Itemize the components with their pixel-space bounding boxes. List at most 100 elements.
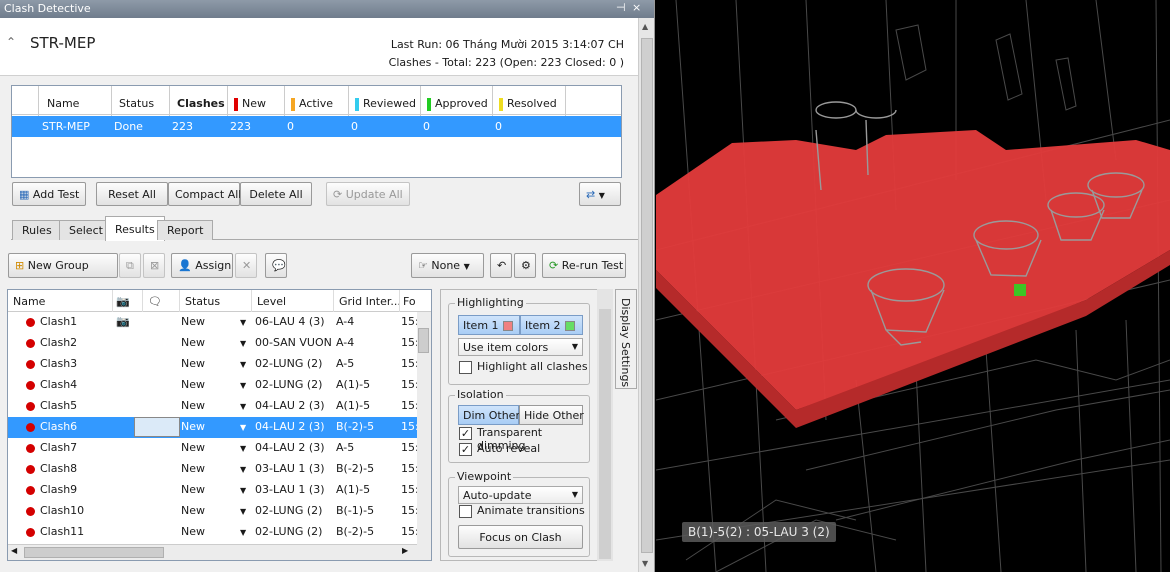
col-reviewed[interactable]: Reviewed [355,97,416,111]
chevron-down-icon[interactable]: ▼ [240,507,246,516]
group-remove-button[interactable]: ⊠ [143,253,165,278]
chevron-down-icon[interactable]: ▼ [240,423,246,432]
pin-icon[interactable]: ⊣ [616,1,626,14]
col-status[interactable]: Status [119,97,154,110]
add-test-label: Add Test [32,188,80,201]
camera-icon[interactable]: 📷 [116,295,130,308]
results-vscroll[interactable] [417,312,431,560]
col-active[interactable]: Active [291,97,333,111]
rerun-test-button[interactable]: ⟳ Re-run Test [542,253,626,278]
import-export-button[interactable]: ⇄ ▼ [579,182,621,206]
tab-rules[interactable]: Rules [12,220,62,240]
add-test-button[interactable]: ▦ Add Test [12,182,86,206]
row-name: Clash3 [40,357,78,370]
dim-other-button[interactable]: Dim Other [458,405,520,425]
group-split-button[interactable]: ⧉ [119,253,141,278]
auto-reveal-checkbox[interactable]: ✓ [459,443,472,456]
assign-button[interactable]: 👤 Assign [171,253,233,278]
chevron-down-icon[interactable]: ▼ [240,339,246,348]
table-row[interactable]: Clash5 New ▼ 04-LAU 2 (3) A(1)-5 15: [8,396,419,417]
comment-icon: 💬 [272,259,286,272]
comment-button[interactable]: 💬 [265,253,287,278]
location-label: B(1)-5(2) : 05-LAU 3 (2) [682,522,836,542]
panel-vscroll[interactable]: ▲ ▼ [638,18,654,572]
focus-on-clash-button[interactable]: Focus on Clash [458,525,583,549]
col-clashes[interactable]: Clashes [177,97,225,110]
col-resolved[interactable]: Resolved [499,97,557,111]
col-grid[interactable]: Grid Inter... [339,295,401,308]
table-row[interactable]: Clash10 New ▼ 02-LUNG (2) B(-1)-5 15: [8,501,419,522]
hide-other-button[interactable]: Hide Other [519,405,584,425]
row-level: 02-LUNG (2) [255,525,323,538]
delete-all-button[interactable]: Delete All [240,182,312,206]
3d-viewport[interactable] [656,0,1170,572]
reset-all-button[interactable]: Reset All [96,182,168,206]
row-level: 04-LAU 2 (3) [255,399,325,412]
chevron-down-icon[interactable]: ▼ [240,402,246,411]
row-level: 06-LAU 4 (3) [255,315,325,328]
group-remove-icon: ⊠ [150,259,160,272]
none-dropdown[interactable]: ☞ None ▼ [411,253,484,278]
chevron-down-icon[interactable]: ▼ [240,528,246,537]
row-name: Clash1 [40,315,78,328]
col-new[interactable]: New [234,97,266,111]
row-status[interactable]: New [181,483,205,496]
row-status[interactable]: New [181,399,205,412]
item1-toggle[interactable]: Item 1 [458,315,520,335]
row-status[interactable]: New [181,441,205,454]
row-status[interactable]: New [181,504,205,517]
table-row[interactable]: Clash3 New ▼ 02-LUNG (2) A-5 15: [8,354,419,375]
new-group-button[interactable]: ⊞ New Group [8,253,118,278]
tab-report[interactable]: Report [157,220,214,240]
row-status[interactable]: New [181,420,205,433]
unassign-button[interactable]: ✕ [235,253,257,278]
row-status[interactable]: New [181,315,205,328]
table-row[interactable]: Clash9 New ▼ 03-LAU 1 (3) A(1)-5 15: [8,480,419,501]
col-name[interactable]: Name [47,97,79,110]
compact-all-button[interactable]: Compact All [168,182,241,206]
close-icon[interactable]: × [632,1,641,14]
display-settings-tab[interactable]: Display Settings [615,289,637,389]
table-row[interactable]: Clash4 New ▼ 02-LUNG (2) A(1)-5 15: [8,375,419,396]
chevron-down-icon[interactable]: ▼ [240,318,246,327]
viewpoint-mode-select[interactable]: Auto-update ▼ [458,486,583,504]
chevron-down-icon[interactable]: ▼ [240,381,246,390]
row-status[interactable]: New [181,357,205,370]
col-level[interactable]: Level [257,295,286,308]
collapse-chevron-icon[interactable]: ⌃ [6,35,16,49]
animate-transitions-checkbox[interactable] [459,505,472,518]
transparent-dimming-checkbox[interactable]: ✓ [459,427,472,440]
chevron-down-icon[interactable]: ▼ [240,444,246,453]
chevron-down-icon[interactable]: ▼ [240,465,246,474]
row-status[interactable]: New [181,336,205,349]
highlight-mode-select[interactable]: Use item colors ▼ [458,338,583,356]
tab-results[interactable]: Results [105,216,165,241]
table-row[interactable]: Clash6 New ▼ 04-LAU 2 (3) B(-2)-5 15: [8,417,419,438]
row-status[interactable]: New [181,462,205,475]
comment-cell[interactable] [134,417,180,437]
reset-view-button[interactable]: ↶ [490,253,512,278]
table-row[interactable]: Clash2 New ▼ 00-SAN VUON A-4 15: [8,333,419,354]
update-all-button[interactable]: ⟳ Update All [326,182,410,206]
item2-toggle[interactable]: Item 2 [520,315,583,335]
chevron-down-icon[interactable]: ▼ [240,360,246,369]
col-approved[interactable]: Approved [427,97,488,111]
highlight-all-checkbox[interactable] [459,361,472,374]
row-grid: B(-2)-5 [336,525,375,538]
chevron-down-icon: ▼ [598,191,605,200]
col-fo[interactable]: Fo [403,295,416,308]
comment-col-icon[interactable]: 🗨 [148,295,162,308]
table-row[interactable]: Clash11 New ▼ 02-LUNG (2) B(-2)-5 15: [8,522,419,543]
col-name[interactable]: Name [13,295,45,308]
table-row[interactable]: Clash7 New ▼ 04-LAU 2 (3) A-5 15: [8,438,419,459]
chevron-down-icon[interactable]: ▼ [240,486,246,495]
results-hscroll[interactable]: ◀ ▶ [8,544,417,560]
row-status[interactable]: New [181,378,205,391]
table-row[interactable]: Clash8 New ▼ 03-LAU 1 (3) B(-2)-5 15: [8,459,419,480]
col-status[interactable]: Status [185,295,220,308]
test-row[interactable]: STR-MEP Done 223 223 0 0 0 0 [12,116,621,137]
explorer-button[interactable]: ⚙ [514,253,536,278]
row-status[interactable]: New [181,525,205,538]
display-settings-scroll[interactable] [597,289,613,561]
table-row[interactable]: Clash1 📷 New ▼ 06-LAU 4 (3) A-4 15: [8,312,419,333]
